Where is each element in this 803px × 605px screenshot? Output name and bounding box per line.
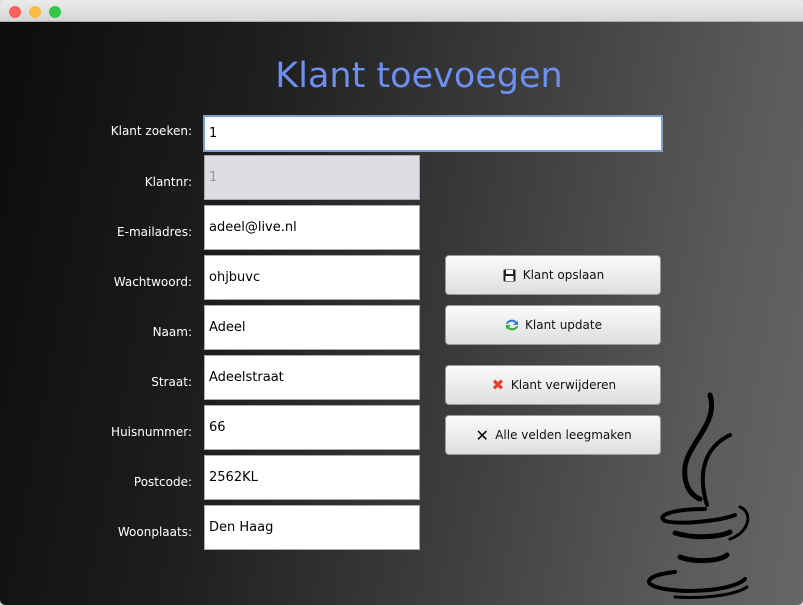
- floppy-disk-icon: [502, 267, 518, 283]
- minimize-window-button[interactable]: [29, 6, 41, 18]
- search-input[interactable]: 1: [203, 115, 663, 152]
- clear-button[interactable]: ✕ Alle velden leegmaken: [445, 415, 661, 455]
- street-label: Straat:: [151, 375, 192, 389]
- close-window-button[interactable]: [9, 6, 21, 18]
- java-logo-icon: [647, 392, 750, 599]
- house-number-field[interactable]: 66: [204, 405, 420, 450]
- klantnr-label: Klantnr:: [144, 175, 192, 189]
- email-label: E-mailadres:: [117, 225, 192, 239]
- form-panel: Klant toevoegen Klant zoeken: 1 Klantnr:…: [0, 22, 803, 605]
- delete-button[interactable]: ✖ Klant verwijderen: [445, 365, 661, 405]
- password-field[interactable]: ohjbuvc: [204, 255, 420, 300]
- app-window: Klant toevoegen Klant zoeken: 1 Klantnr:…: [0, 0, 803, 605]
- house-number-label: Huisnummer:: [111, 425, 192, 439]
- update-button-label: Klant update: [525, 318, 602, 332]
- postcode-label: Postcode:: [133, 475, 192, 489]
- save-button-label: Klant opslaan: [522, 268, 605, 282]
- email-field[interactable]: adeel@live.nl: [204, 205, 420, 250]
- street-field[interactable]: Adeelstraat: [204, 355, 420, 400]
- red-x-icon: ✖: [491, 376, 505, 394]
- city-label: Woonplaats:: [117, 525, 192, 539]
- password-label: Wachtwoord:: [113, 275, 192, 289]
- name-field[interactable]: Adeel: [204, 305, 420, 350]
- delete-button-label: Klant verwijderen: [510, 378, 617, 392]
- search-label: Klant zoeken:: [110, 124, 192, 138]
- klantnr-field: 1: [204, 155, 420, 200]
- page-title: Klant toevoegen: [275, 56, 563, 96]
- postcode-field[interactable]: 2562KL: [204, 455, 420, 500]
- title-bar: [0, 0, 803, 22]
- save-button[interactable]: Klant opslaan: [445, 255, 661, 295]
- city-field[interactable]: Den Haag: [204, 505, 420, 550]
- clear-button-label: Alle velden leegmaken: [495, 428, 632, 442]
- zoom-window-button[interactable]: [49, 6, 61, 18]
- name-label: Naam:: [152, 325, 192, 339]
- refresh-icon: [504, 317, 520, 333]
- update-button[interactable]: Klant update: [445, 305, 661, 345]
- black-x-icon: ✕: [475, 425, 489, 445]
